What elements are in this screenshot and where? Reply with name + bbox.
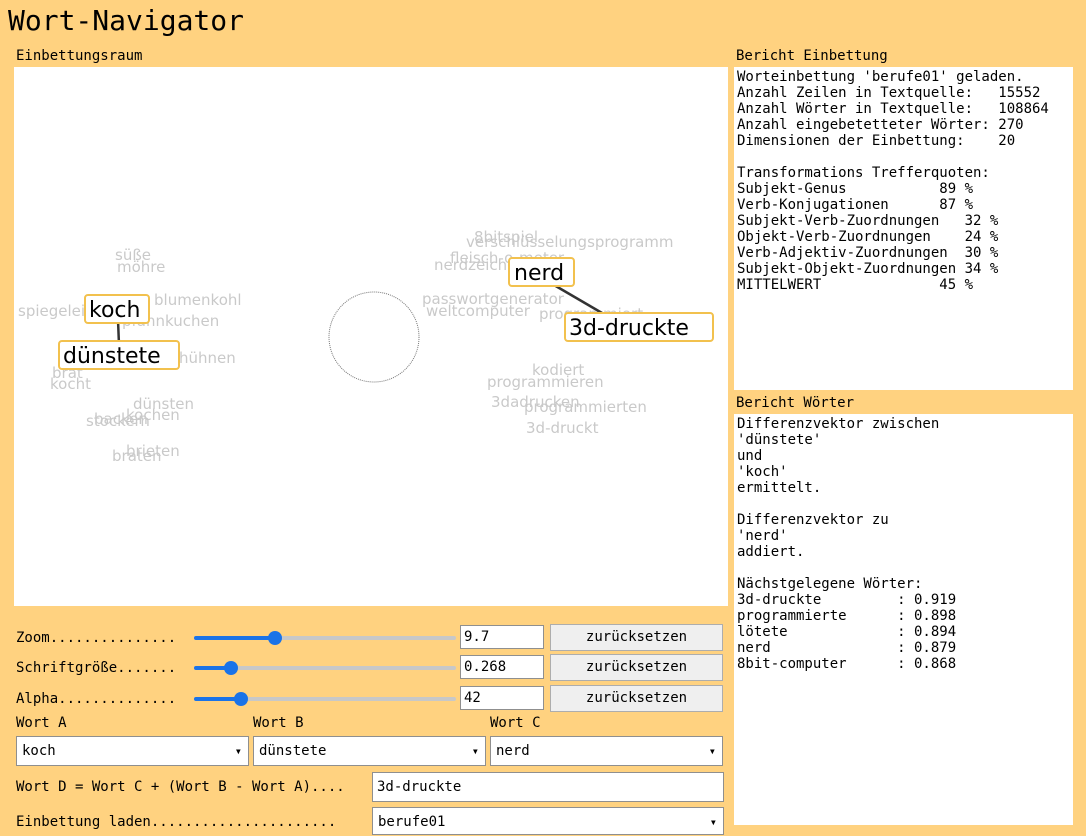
alpha-slider-thumb[interactable]	[234, 692, 249, 706]
font-size-reset-button[interactable]: zurücksetzen	[550, 654, 723, 681]
embedding-canvas[interactable]: süße möhre spiegelei blumenkohl pfannkuc…	[14, 67, 728, 606]
faded-word: blumenkohl	[154, 291, 242, 309]
faded-word: kodiert	[532, 361, 584, 379]
chevron-down-icon: ▾	[709, 815, 717, 829]
faded-word: programmierten	[524, 398, 647, 416]
font-size-slider[interactable]	[194, 658, 456, 678]
load-embedding-value: berufe01	[378, 814, 446, 830]
highlight-word-c: nerd	[514, 261, 564, 286]
faded-word: spiegelei	[18, 302, 85, 320]
faded-word: weltcomputer	[426, 302, 531, 320]
zoom-reset-button[interactable]: zurücksetzen	[550, 624, 723, 651]
space-label: Einbettungsraum	[16, 48, 143, 64]
word-c-select[interactable]: nerd ▾	[490, 736, 723, 766]
word-c-label: Wort C	[490, 715, 541, 731]
load-embedding-label: Einbettung laden......................	[16, 814, 337, 830]
report-words-label: Bericht Wörter	[736, 395, 855, 411]
alpha-label: Alpha..............	[16, 691, 177, 707]
report-words-text: Differenzvektor zwischen 'dünstete' und …	[734, 414, 1073, 825]
load-embedding-select[interactable]: berufe01 ▾	[372, 807, 724, 835]
chevron-down-icon: ▾	[234, 744, 242, 758]
embedding-plot[interactable]: süße möhre spiegelei blumenkohl pfannkuc…	[14, 67, 728, 606]
highlight-word-b: dünstete	[63, 344, 161, 369]
word-d-label: Wort D = Wort C + (Wort B - Wort A)....	[16, 779, 345, 795]
highlight-word-d: 3d-druckte	[569, 316, 689, 341]
font-size-label: Schriftgröße.......	[16, 660, 177, 676]
word-a-select[interactable]: koch ▾	[16, 736, 249, 766]
zoom-slider-thumb[interactable]	[268, 631, 283, 645]
word-a-value: koch	[22, 743, 56, 759]
alpha-reset-button[interactable]: zurücksetzen	[550, 685, 723, 712]
word-d-field[interactable]: 3d-druckte	[372, 772, 724, 802]
chevron-down-icon: ▾	[471, 744, 479, 758]
zoom-slider[interactable]	[194, 628, 456, 648]
app-title: Wort-Navigator	[8, 4, 245, 37]
faded-word: 3d-druckt	[526, 419, 599, 437]
font-size-slider-thumb[interactable]	[223, 661, 238, 675]
chevron-down-icon: ▾	[708, 744, 716, 758]
zoom-label: Zoom...............	[16, 630, 177, 646]
origin-circle	[328, 291, 420, 383]
alpha-value-input[interactable]: 42	[460, 686, 544, 710]
report-embedding-label: Bericht Einbettung	[736, 48, 888, 64]
word-b-select[interactable]: dünstete ▾	[253, 736, 486, 766]
faded-word: brieten	[126, 442, 180, 460]
faded-word: kocht	[50, 375, 91, 393]
alpha-slider[interactable]	[194, 689, 456, 709]
report-embedding-text: Worteinbettung 'berufe01' geladen. Anzah…	[734, 67, 1073, 390]
faded-word: hühnen	[179, 349, 236, 367]
word-a-label: Wort A	[16, 715, 67, 731]
zoom-value-input[interactable]: 9.7	[460, 625, 544, 649]
font-size-value-input[interactable]: 0.268	[460, 655, 544, 679]
word-b-value: dünstete	[259, 743, 327, 759]
highlight-word-a: koch	[89, 298, 140, 323]
word-b-label: Wort B	[253, 715, 304, 731]
faded-word: möhre	[117, 258, 165, 276]
word-c-value: nerd	[496, 743, 530, 759]
faded-word: backen	[94, 410, 148, 428]
